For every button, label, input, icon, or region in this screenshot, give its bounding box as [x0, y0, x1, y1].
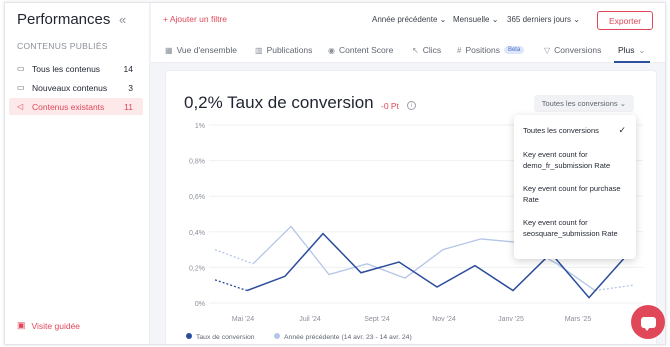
- y-tick-label: 0%: [195, 301, 205, 308]
- menu-item-demo-fr-submission[interactable]: Key event count for demo_fr_submission R…: [523, 149, 629, 171]
- menu-item-seosquare-submission[interactable]: Key event count for seosquare_submission…: [523, 217, 629, 239]
- legend-label: Année précédente (14 avr. 23 - 14 avr. 2…: [284, 334, 412, 341]
- y-tick-label: 0,8%: [189, 159, 205, 166]
- y-tick-label: 1%: [195, 123, 205, 130]
- legend-label: Taux de conversion: [196, 334, 255, 341]
- conversion-dropdown-menu: Toutes les conversions ✓ Key event count…: [514, 115, 636, 259]
- menu-item-purchase[interactable]: Key event count for purchase Rate: [523, 183, 629, 205]
- previous-year-line-dotted: [214, 248, 254, 265]
- y-axis-ticks: 1% 0,8% 0,6% 0,4% 0,2% 0%: [189, 123, 205, 308]
- check-icon: ✓: [618, 125, 626, 135]
- legend-marker: [274, 333, 280, 339]
- x-tick-label: Nov '24: [432, 316, 456, 323]
- chat-button[interactable]: [631, 305, 665, 339]
- x-tick-label: Sept '24: [364, 316, 390, 323]
- y-tick-label: 0,4%: [189, 230, 205, 237]
- menu-item-all-conversions[interactable]: Toutes les conversions: [523, 125, 629, 136]
- conversion-rate-line-dotted: [214, 279, 248, 292]
- chart-legend: Taux de conversion Année précédente (14 a…: [186, 333, 412, 341]
- y-tick-label: 0,2%: [189, 265, 205, 272]
- app-window: Performances « CONTENUS PUBLIÉS ▭ Tous l…: [4, 2, 666, 345]
- x-axis-ticks: Mai '24 Juil '24 Sept '24 Nov '24 Janv '25 Ma…: [232, 316, 592, 323]
- x-tick-label: Mars '25: [565, 316, 592, 323]
- previous-year-line-dotted: [594, 284, 634, 292]
- chat-icon: [640, 316, 656, 331]
- y-tick-label: 0,6%: [189, 194, 205, 201]
- x-tick-label: Mai '24: [232, 316, 254, 323]
- x-tick-label: Janv '25: [498, 316, 524, 323]
- legend-marker: [186, 333, 192, 339]
- x-tick-label: Juil '24: [299, 316, 321, 323]
